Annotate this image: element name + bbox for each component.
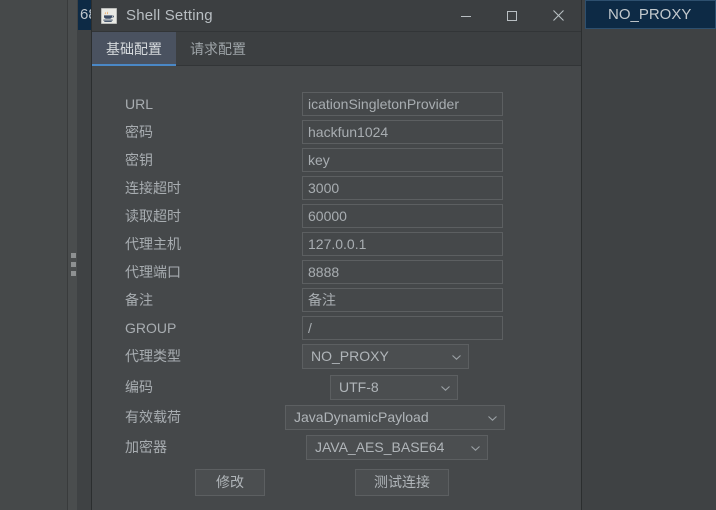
dialog-tabbar: 基础配置 请求配置 xyxy=(92,32,581,66)
combobox-value-4: JAVA_AES_BASE64 xyxy=(315,439,445,455)
form-row: 编码 UTF-8 xyxy=(92,375,581,400)
field-label-5: 读取超时 xyxy=(125,208,181,224)
field-label-7: 代理端口 xyxy=(125,264,181,280)
field-label-9: GROUP xyxy=(125,320,177,336)
close-button[interactable] xyxy=(535,0,581,31)
dialog-title: Shell Setting xyxy=(126,7,213,24)
dropdown-option-no-proxy[interactable]: NO_PROXY xyxy=(586,1,715,28)
form-row: 密码 hackfun1024 xyxy=(92,120,581,144)
form-row: 密钥 key xyxy=(92,148,581,172)
combobox-1[interactable]: NO_PROXY xyxy=(302,344,469,369)
text-input-5[interactable]: 60000 xyxy=(302,204,503,228)
form-row: 代理主机 127.0.0.1 xyxy=(92,232,581,256)
minimize-button[interactable] xyxy=(443,0,489,31)
combo-label-4: 加密器 xyxy=(125,439,167,455)
splitter-grip-dots-icon xyxy=(71,253,76,276)
combo-label-2: 编码 xyxy=(125,379,153,395)
text-input-9[interactable]: / xyxy=(302,316,503,340)
tab-basic-config[interactable]: 基础配置 xyxy=(92,32,176,66)
combo-label-3: 有效载荷 xyxy=(125,409,181,425)
shell-setting-dialog: Shell Setting 基础配置 请求配置 URL icationSingl… xyxy=(92,0,581,510)
text-input-4[interactable]: 3000 xyxy=(302,176,503,200)
field-label-1: URL xyxy=(125,96,154,112)
modify-button[interactable]: 修改 xyxy=(195,469,265,496)
java-coffee-cup-icon xyxy=(100,7,118,24)
form-row: 代理端口 8888 xyxy=(92,260,581,284)
form-row: 备注 备注 xyxy=(92,288,581,312)
ide-left-pane xyxy=(0,0,67,510)
form-row: 代理类型 NO_PROXY xyxy=(92,344,581,369)
field-label-4: 连接超时 xyxy=(125,180,181,196)
combobox-2[interactable]: UTF-8 xyxy=(330,375,458,400)
test-connection-button[interactable]: 测试连接 xyxy=(355,469,449,496)
text-input-1[interactable]: icationSingletonProvider xyxy=(302,92,503,116)
text-input-7[interactable]: 8888 xyxy=(302,260,503,284)
chevron-down-icon xyxy=(488,415,497,421)
combobox-4[interactable]: JAVA_AES_BASE64 xyxy=(306,435,488,460)
window-controls xyxy=(443,0,581,31)
chevron-down-icon xyxy=(471,445,480,451)
form-row: 读取超时 60000 xyxy=(92,204,581,228)
form-row: 有效载荷 JavaDynamicPayload xyxy=(92,405,581,430)
field-label-2: 密码 xyxy=(125,124,153,140)
text-input-6[interactable]: 127.0.0.1 xyxy=(302,232,503,256)
text-input-8[interactable]: 备注 xyxy=(302,288,503,312)
text-input-3[interactable]: key xyxy=(302,148,503,172)
field-label-8: 备注 xyxy=(125,292,153,308)
combo-label-1: 代理类型 xyxy=(125,348,181,364)
screen: 68 NO_PROXY Shell Setting 基础配置 请求配置 URL … xyxy=(0,0,716,510)
combobox-3[interactable]: JavaDynamicPayload xyxy=(285,405,505,430)
proxy-type-dropdown-popup[interactable]: NO_PROXY xyxy=(585,0,716,29)
field-label-6: 代理主机 xyxy=(125,236,181,252)
combobox-value-1: NO_PROXY xyxy=(311,348,389,364)
dialog-titlebar[interactable]: Shell Setting xyxy=(92,0,581,32)
text-input-2[interactable]: hackfun1024 xyxy=(302,120,503,144)
combobox-value-3: JavaDynamicPayload xyxy=(294,409,429,425)
chevron-down-icon xyxy=(452,354,461,360)
field-label-3: 密钥 xyxy=(125,152,153,168)
form-row: 连接超时 3000 xyxy=(92,176,581,200)
maximize-button[interactable] xyxy=(489,0,535,31)
form-row: GROUP / xyxy=(92,316,581,340)
tab-request-config[interactable]: 请求配置 xyxy=(176,32,260,65)
form-row: 加密器 JAVA_AES_BASE64 xyxy=(92,435,581,460)
form-row: URL icationSingletonProvider xyxy=(92,92,581,116)
settings-form: URL icationSingletonProvider 密码 hackfun1024… xyxy=(92,66,581,510)
combobox-value-2: UTF-8 xyxy=(339,379,379,395)
chevron-down-icon xyxy=(441,385,450,391)
